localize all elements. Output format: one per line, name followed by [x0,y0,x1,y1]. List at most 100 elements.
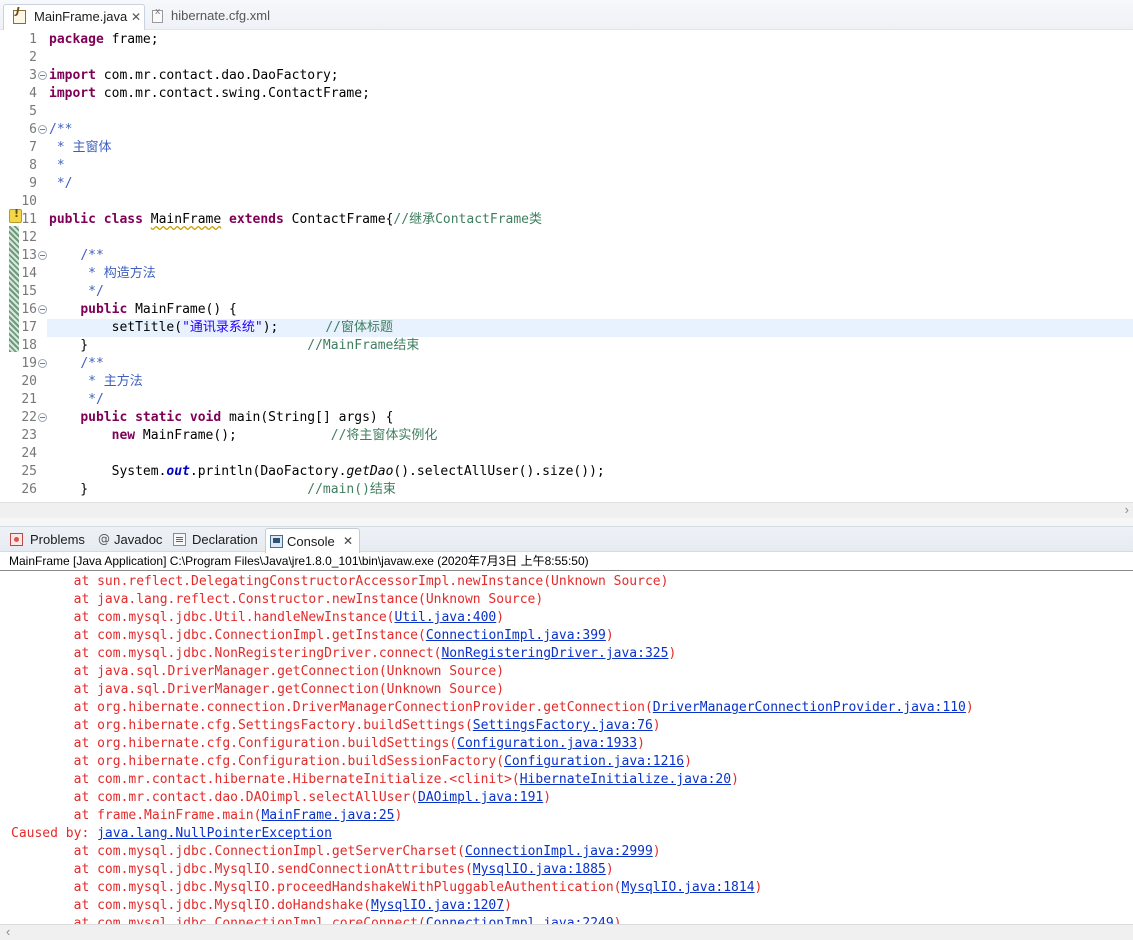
code-line[interactable]: 20 * 主方法 [0,373,1133,391]
code-token: //main()结束 [307,482,396,497]
source-link[interactable]: ConnectionImpl.java:2999 [465,844,653,859]
source-link[interactable]: ConnectionImpl.java:2249 [426,916,614,924]
trace-text: at java.sql.DriverManager.getConnection(… [11,664,505,679]
code-line[interactable]: 8 * [0,157,1133,175]
code-line[interactable]: 18 } //MainFrame结束 [0,337,1133,355]
code-line[interactable]: 3 import com.mr.contact.dao.DaoFactory; [0,67,1133,85]
collapse-fold-icon[interactable] [38,413,47,422]
trace-text: at com.mr.contact.hibernate.HibernateIni… [11,772,520,787]
source-link[interactable]: HibernateInitialize.java:20 [520,772,731,787]
javadoc-at-icon: @ [98,532,110,546]
scroll-right-icon[interactable]: › [1125,502,1129,517]
code-line[interactable]: 1 package frame; [0,31,1133,49]
collapse-fold-icon[interactable] [38,125,47,134]
stack-trace-line: at com.mysql.jdbc.Util.handleNewInstance… [11,609,504,627]
tab-problems[interactable]: Problems [6,527,92,552]
source-link[interactable]: MysqlIO.java:1885 [473,862,606,877]
code-line[interactable]: 22 public static void main(String[] args… [0,409,1133,427]
code-line[interactable]: 19 /** [0,355,1133,373]
code-line[interactable]: 9 */ [0,175,1133,193]
source-link[interactable]: Configuration.java:1933 [457,736,637,751]
code-line[interactable]: 21 */ [0,391,1133,409]
code-line[interactable]: 15 */ [0,283,1133,301]
code-line[interactable]: 17 setTitle("通讯录系统"); //窗体标题 [21,319,1133,337]
line-number: 18 [21,338,37,353]
trace-text: at org.hibernate.cfg.Configuration.build… [11,736,458,751]
collapse-fold-icon[interactable] [38,305,47,314]
code-token: * 构造方法 [49,266,156,281]
source-link[interactable]: SettingsFactory.java:76 [473,718,653,733]
code-text: * 主方法 [49,373,143,391]
console-output[interactable]: at sun.reflect.DelegatingConstructorAcce… [0,572,1133,924]
code-line[interactable]: 6 /** [0,121,1133,139]
line-number: 19 [21,356,37,371]
stack-trace-line: at com.mr.contact.hibernate.HibernateIni… [11,771,739,789]
code-token: public [49,212,96,227]
code-text: public MainFrame() { [49,301,237,319]
code-line[interactable]: 26 } //main()结束 [0,481,1133,499]
collapse-fold-icon[interactable] [38,251,47,260]
source-link[interactable]: DriverManagerConnectionProvider.java:110 [653,700,966,715]
line-number: 7 [29,140,37,155]
tab-console[interactable]: Console ✕ [265,528,360,553]
source-link[interactable]: MainFrame.java:25 [261,808,394,823]
close-icon[interactable]: ✕ [343,529,353,554]
collapse-fold-icon[interactable] [38,359,47,368]
trace-text: at org.hibernate.connection.DriverManage… [11,700,653,715]
trace-text: at com.mysql.jdbc.MysqlIO.doHandshake( [11,898,372,913]
source-link[interactable]: java.lang.NullPointerException [97,826,332,841]
code-line[interactable]: 23 new MainFrame(); //将主窗体实例化 [0,427,1133,445]
code-line[interactable]: 2 [0,49,1133,67]
collapse-fold-icon[interactable] [38,71,47,80]
source-link[interactable]: NonRegisteringDriver.java:325 [441,646,668,661]
source-link[interactable]: Util.java:400 [395,610,497,625]
source-link[interactable]: DAOimpl.java:191 [418,790,543,805]
editor-horizontal-scrollbar[interactable]: › [0,502,1133,518]
close-icon[interactable]: ✕ [131,5,141,29]
panel-separator[interactable] [0,518,1133,526]
code-line[interactable]: 16 public MainFrame() { [0,301,1133,319]
trace-text: at com.mr.contact.dao.DAOimpl.selectAllU… [11,790,418,805]
line-number: 16 [21,302,37,317]
source-link[interactable]: MysqlIO.java:1814 [621,880,754,895]
code-token: /** [80,356,104,371]
code-line[interactable]: 11 public class MainFrame extends Contact… [0,211,1133,229]
stack-trace-line: at org.hibernate.cfg.Configuration.build… [11,753,692,771]
code-line[interactable]: 4 import com.mr.contact.swing.ContactFram… [0,85,1133,103]
code-line[interactable]: 10 [0,193,1133,211]
code-line[interactable]: 13 /** [0,247,1133,265]
code-line[interactable]: 7 * 主窗体 [0,139,1133,157]
trace-text: at com.mysql.jdbc.NonRegisteringDriver.c… [11,646,442,661]
code-token: MainFrame() { [127,302,237,317]
source-link[interactable]: ConnectionImpl.java:399 [426,628,606,643]
trace-text: Caused by: [11,826,98,841]
editor-tab-bar: MainFrame.java ✕ hibernate.cfg.xml [0,0,1133,30]
tab-declaration[interactable]: Declaration [170,527,262,552]
source-link[interactable]: Configuration.java:1216 [504,754,684,769]
code-line[interactable]: 24 [0,445,1133,463]
code-token: setTitle( [49,320,183,335]
code-token: import [49,68,96,83]
tab-hibernate-cfg-xml[interactable]: hibernate.cfg.xml [150,4,280,30]
line-number: 5 [29,104,37,119]
code-token: new [111,428,136,443]
scroll-left-icon[interactable]: ‹ [6,924,10,939]
code-line[interactable]: 14 * 构造方法 [0,265,1133,283]
tab-mainframe-java[interactable]: MainFrame.java ✕ [3,4,145,30]
console-horizontal-scrollbar[interactable]: ‹ [0,924,1133,940]
code-text: */ [49,283,104,301]
code-token: MainFrame [150,212,222,227]
source-link[interactable]: MysqlIO.java:1207 [371,898,504,913]
code-line[interactable]: 25 System.out.println(DaoFactory.getDao(… [0,463,1133,481]
tab-javadoc[interactable]: @ Javadoc [96,527,166,552]
code-text: public static void main(String[] args) { [49,409,393,427]
code-line[interactable]: 12 [0,229,1133,247]
code-line[interactable]: 5 [0,103,1133,121]
code-editor[interactable]: 1package frame;23import com.mr.contact.d… [0,30,1133,502]
code-text: /** [49,355,104,373]
stack-trace-line: at com.mysql.jdbc.MysqlIO.proceedHandsha… [11,879,763,897]
